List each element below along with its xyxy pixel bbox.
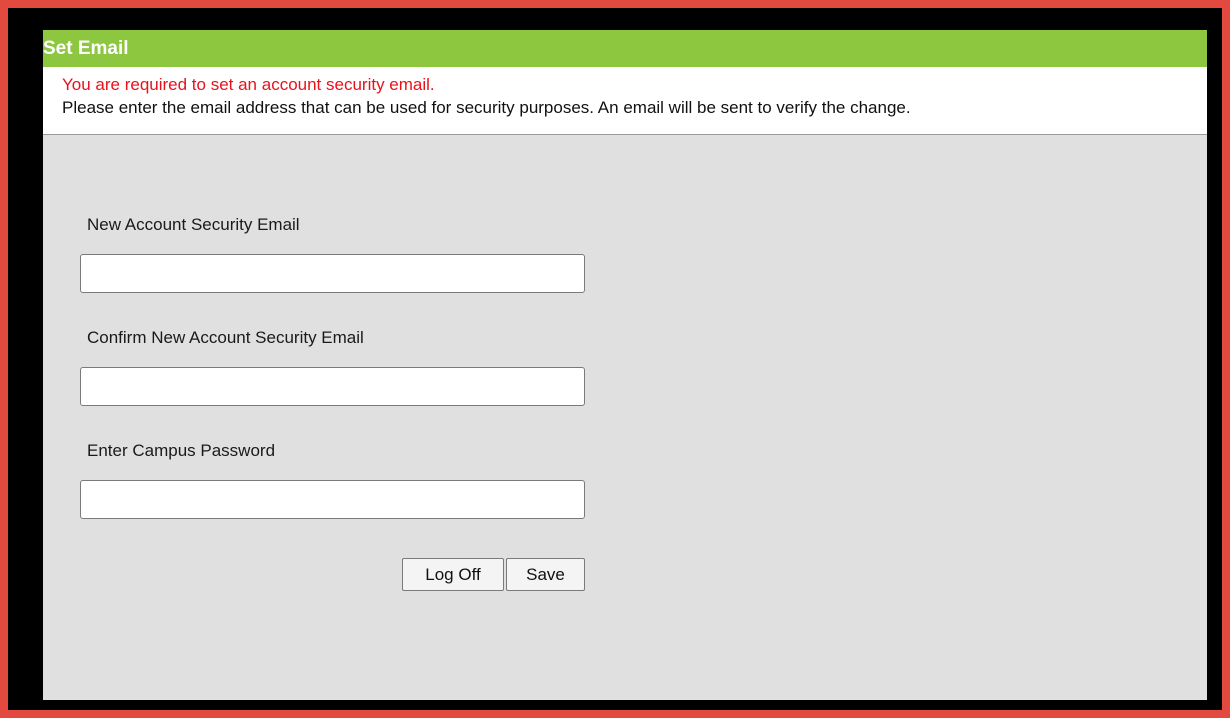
dialog-title: Set Email bbox=[43, 30, 1207, 67]
instructions-text: Please enter the email address that can … bbox=[62, 98, 911, 117]
notice-area: You are required to set an account secur… bbox=[43, 67, 1207, 135]
new-email-label: New Account Security Email bbox=[87, 215, 300, 234]
warning-message: You are required to set an account secur… bbox=[62, 75, 435, 94]
log-off-button[interactable]: Log Off bbox=[402, 558, 504, 591]
set-email-dialog: Set Email You are required to set an acc… bbox=[43, 30, 1207, 700]
confirm-email-label: Confirm New Account Security Email bbox=[87, 328, 364, 347]
window-frame: Set Email You are required to set an acc… bbox=[8, 8, 1222, 710]
save-button[interactable]: Save bbox=[506, 558, 585, 591]
confirm-email-field[interactable] bbox=[80, 367, 585, 406]
new-email-field[interactable] bbox=[80, 254, 585, 293]
password-label: Enter Campus Password bbox=[87, 441, 276, 460]
password-field[interactable] bbox=[80, 480, 585, 519]
